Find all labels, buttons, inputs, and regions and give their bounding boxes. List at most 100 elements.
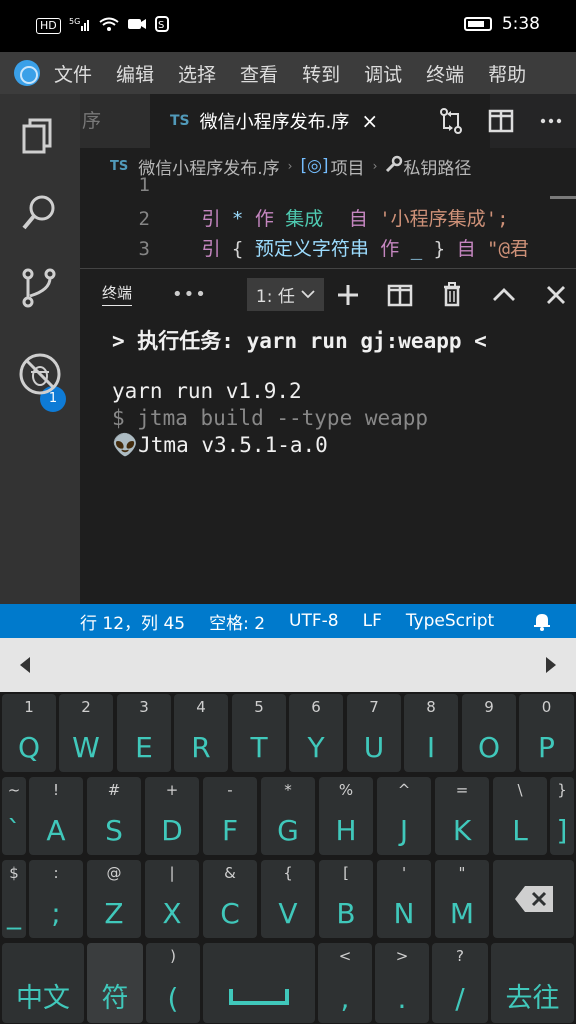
key-k[interactable]: = K (435, 777, 489, 855)
breadcrumb-separator: › (287, 159, 293, 173)
terminal-select[interactable]: 1: 任 (246, 277, 324, 311)
code-editor[interactable]: 1 2 引 * 作 集成 自 '小程序集成'; 3 引 { 预定义字符串 作 _… (80, 174, 576, 268)
go-key[interactable]: 去往 (491, 943, 574, 1023)
key-g[interactable]: * G (261, 777, 315, 855)
cursor-position[interactable]: 行 12，列 45 (80, 609, 185, 634)
key-r[interactable]: 4R (174, 694, 228, 772)
key-bracket-right[interactable]: }] (550, 777, 574, 855)
key-u[interactable]: 7U (347, 694, 401, 772)
source-control-icon[interactable] (18, 266, 62, 310)
debug-icon[interactable] (18, 352, 62, 396)
bell-icon[interactable] (532, 611, 552, 631)
backspace-icon (515, 886, 553, 912)
chevron-down-icon (301, 284, 315, 304)
typescript-file-icon: TS (110, 158, 129, 174)
key-w[interactable]: 2W (59, 694, 113, 772)
arrow-left-icon[interactable] (18, 656, 32, 674)
trash-icon[interactable] (436, 279, 468, 311)
space-key[interactable] (203, 943, 315, 1023)
more-actions-icon[interactable] (536, 106, 566, 136)
menu-help[interactable]: 帮助 (488, 60, 526, 87)
menu-file[interactable]: 文件 (54, 60, 92, 87)
key-y[interactable]: 6Y (289, 694, 343, 772)
close-panel-icon[interactable] (540, 279, 572, 311)
language-switch-key[interactable]: 中文 (2, 943, 84, 1023)
typescript-file-icon: TS (170, 113, 190, 129)
line-number: 1 (138, 174, 150, 196)
key-e[interactable]: 3E (117, 694, 171, 772)
status-right: 5:38 (463, 14, 540, 34)
key-backtick[interactable]: ~ ` (2, 777, 26, 855)
key-s[interactable]: # S (87, 777, 141, 855)
language-mode[interactable]: TypeScript (406, 611, 494, 631)
line-number: 3 (138, 238, 150, 260)
tab-actions (436, 106, 566, 136)
key-d[interactable]: + D (145, 777, 199, 855)
variable-symbol-icon: [◎] (300, 156, 329, 176)
end-of-line[interactable]: LF (363, 611, 382, 631)
close-icon[interactable]: × (361, 109, 378, 133)
symbol-key[interactable]: 符 (87, 943, 143, 1023)
split-terminal-icon[interactable] (384, 279, 416, 311)
key-c[interactable]: & C (203, 860, 257, 938)
code-line: 3 引 { 预定义字符串 作 _ } 自 "@君 (80, 234, 576, 264)
key-j[interactable]: ^ J (377, 777, 431, 855)
tab-inactive[interactable]: 序 (80, 94, 150, 148)
wifi-icon (99, 17, 119, 34)
key-x[interactable]: | X (145, 860, 199, 938)
panel-more-icon[interactable]: ••• (172, 284, 207, 305)
key-slash[interactable]: ? / (432, 943, 488, 1023)
camera-icon (127, 17, 147, 34)
key-f[interactable]: -F (203, 777, 257, 855)
status-left-icons: HD 5G S (36, 16, 169, 35)
key-a[interactable]: ! A (29, 777, 83, 855)
add-terminal-icon[interactable] (332, 279, 364, 311)
explorer-icon[interactable] (18, 114, 62, 158)
key-m[interactable]: " M (435, 860, 489, 938)
key-h[interactable]: % H (319, 777, 373, 855)
key-b[interactable]: [B (319, 860, 373, 938)
menu-view[interactable]: 查看 (240, 60, 278, 87)
menu-selection[interactable]: 选择 (178, 60, 216, 87)
key-o[interactable]: 9O (462, 694, 516, 772)
menu-edit[interactable]: 编辑 (116, 60, 154, 87)
key-n[interactable]: ' N (377, 860, 431, 938)
key-v[interactable]: {V (261, 860, 315, 938)
panel-icons (332, 279, 572, 311)
terminal-output[interactable]: > 执行任务: yarn run gj:weapp < yarn run v1.… (112, 325, 572, 460)
key-comma[interactable]: <, (318, 943, 372, 1023)
compare-changes-icon[interactable] (436, 106, 466, 136)
search-icon[interactable] (18, 190, 62, 234)
split-editor-icon[interactable] (486, 106, 516, 136)
menu-go[interactable]: 转到 (302, 60, 340, 87)
app-logo-icon[interactable] (14, 60, 40, 86)
system-status-bar: HD 5G S 5:38 (0, 0, 576, 52)
tab-active-title: 微信小程序发布.序 (199, 112, 350, 133)
hd-badge: HD (36, 17, 61, 34)
backspace-key[interactable] (493, 860, 574, 938)
key-paren[interactable]: )( (146, 943, 200, 1023)
key-l[interactable]: \ L (493, 777, 547, 855)
menu-debug[interactable]: 调试 (364, 60, 402, 87)
key-semicolon[interactable]: :; (29, 860, 83, 938)
key-underscore[interactable]: $ _ (2, 860, 26, 938)
key-i[interactable]: 8I (404, 694, 458, 772)
battery-icon (463, 17, 492, 31)
key-t[interactable]: 5T (232, 694, 286, 772)
signal-icon: 5G (69, 17, 91, 34)
key-p[interactable]: 0P (519, 694, 574, 772)
terminal-line: 👽Jtma v3.5.1-a.0 (112, 433, 328, 457)
key-z[interactable]: @ Z (87, 860, 141, 938)
panel-header: 终端 ••• 1: 任 (80, 269, 576, 319)
key-period[interactable]: >. (375, 943, 429, 1023)
chevron-up-icon[interactable] (488, 279, 520, 311)
indentation[interactable]: 空格: 2 (209, 609, 265, 634)
clock: 5:38 (501, 14, 540, 34)
menu-terminal[interactable]: 终端 (426, 60, 464, 87)
activity-bar: 1 (0, 94, 80, 604)
menu-bar: 文件 编辑 选择 查看 转到 调试 终端 帮助 (0, 52, 576, 94)
encoding[interactable]: UTF-8 (289, 611, 339, 631)
key-q[interactable]: 1Q (2, 694, 56, 772)
arrow-right-icon[interactable] (544, 656, 558, 674)
tab-terminal[interactable]: 终端 (102, 282, 133, 306)
